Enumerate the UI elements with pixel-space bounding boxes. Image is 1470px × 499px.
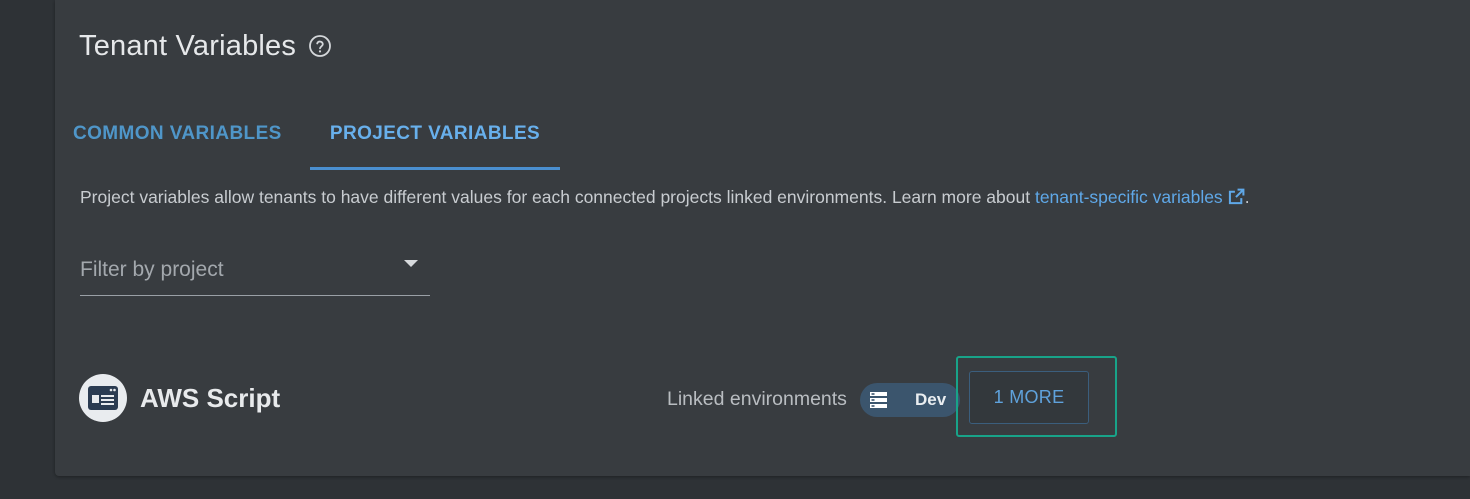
tab-project-variables-label: PROJECT VARIABLES bbox=[329, 123, 541, 144]
tenant-specific-variables-link[interactable]: tenant-specific variables bbox=[1035, 187, 1245, 207]
script-window-icon bbox=[79, 374, 127, 422]
tab-common-variables-label: COMMON VARIABLES bbox=[73, 123, 282, 144]
tab-common-variables[interactable]: COMMON VARIABLES bbox=[55, 98, 310, 170]
chevron-down-icon[interactable] bbox=[404, 260, 418, 267]
environment-chip-label: Dev bbox=[915, 390, 947, 409]
project-name[interactable]: AWS Script bbox=[140, 383, 280, 414]
filter-by-project-select[interactable] bbox=[80, 250, 430, 296]
tenant-specific-variables-link-label: tenant-specific variables bbox=[1034, 187, 1223, 207]
tenant-variables-panel: Tenant Variables COMMON VARIABLES PROJEC… bbox=[55, 0, 1470, 476]
page: Tenant Variables COMMON VARIABLES PROJEC… bbox=[0, 0, 1470, 499]
filter-by-project-input[interactable] bbox=[80, 250, 380, 282]
description: Project variables allow tenants to have … bbox=[80, 186, 1250, 210]
tabs: COMMON VARIABLES PROJECT VARIABLES bbox=[55, 98, 560, 170]
title-row: Tenant Variables bbox=[79, 28, 332, 64]
more-environments-button[interactable]: 1 MORE bbox=[969, 371, 1089, 424]
external-link-icon bbox=[1228, 188, 1245, 210]
more-environments-button-label: 1 MORE bbox=[993, 387, 1065, 407]
environment-icon bbox=[868, 389, 890, 411]
tab-project-variables[interactable]: PROJECT VARIABLES bbox=[310, 98, 560, 170]
environment-chip-dev[interactable]: Dev bbox=[860, 383, 960, 417]
linked-environments-label: Linked environments bbox=[667, 388, 847, 410]
page-title: Tenant Variables bbox=[79, 30, 297, 62]
help-circle-icon[interactable] bbox=[308, 34, 332, 58]
description-text: Project variables allow tenants to have … bbox=[80, 187, 1035, 207]
description-suffix: . bbox=[1244, 187, 1250, 207]
project-row: AWS Script bbox=[79, 374, 280, 422]
